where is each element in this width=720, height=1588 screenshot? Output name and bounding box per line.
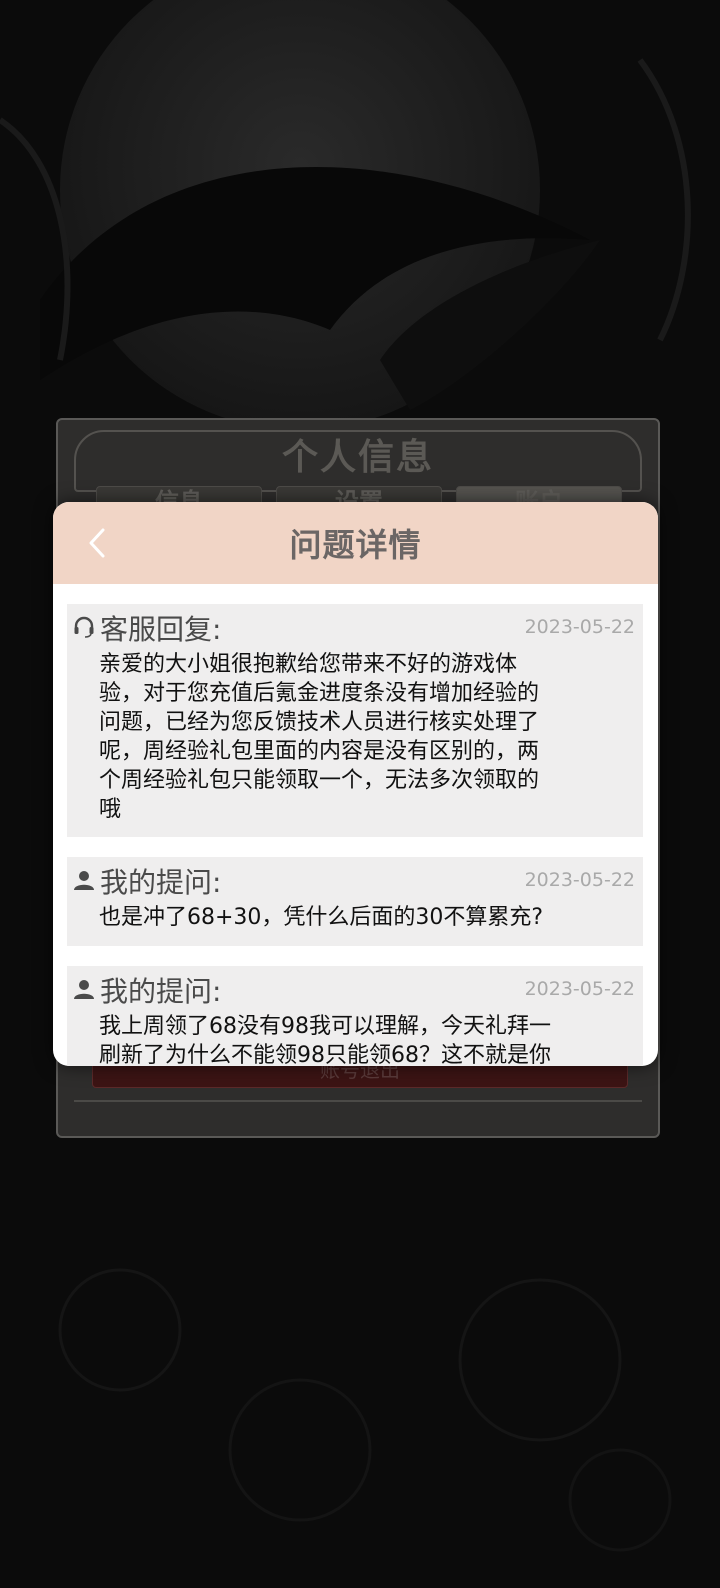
my-question-message: 我的提问: 2023-05-22 我上周领了68没有98我可以理解，今天礼拜一 … <box>67 966 643 1066</box>
message-label: 客服回复: <box>100 613 222 646</box>
message-date: 2023-05-22 <box>524 978 635 1000</box>
panel-title: 个人信息 <box>281 436 434 478</box>
message-label: 我的提问: <box>100 866 222 899</box>
dialog-title: 问题详情 <box>289 526 422 564</box>
message-date: 2023-05-22 <box>524 869 635 891</box>
message-label: 我的提问: <box>100 975 222 1008</box>
message-text: 也是冲了68+30，凭什么后面的30不算累充? <box>99 905 544 930</box>
message-list[interactable]: 客服回复: 2023-05-22 亲爱的大小姐很抱歉给您带来不好的游戏体 验，对… <box>53 584 658 1066</box>
issue-detail-dialog: 问题详情 客服回复: 2023-05-22 亲爱的大小姐很抱歉给您带来不好的游戏… <box>53 502 658 1066</box>
panel-footer-ornament <box>74 1100 642 1122</box>
support-reply-message: 客服回复: 2023-05-22 亲爱的大小姐很抱歉给您带来不好的游戏体 验，对… <box>67 604 643 837</box>
dialog-header: 问题详情 <box>53 502 658 584</box>
user-icon <box>74 871 94 890</box>
message-text: 我上周领了68没有98我可以理解，今天礼拜一 刷新了为什么不能领98只能领68？… <box>99 1014 551 1066</box>
message-text: 亲爱的大小姐很抱歉给您带来不好的游戏体 验，对于您充值后氪金进度条没有增加经验的… <box>99 652 540 822</box>
headset-icon <box>74 616 94 638</box>
message-date: 2023-05-22 <box>524 616 635 638</box>
user-icon <box>74 980 94 999</box>
my-question-message: 我的提问: 2023-05-22 也是冲了68+30，凭什么后面的30不算累充? <box>67 857 643 946</box>
